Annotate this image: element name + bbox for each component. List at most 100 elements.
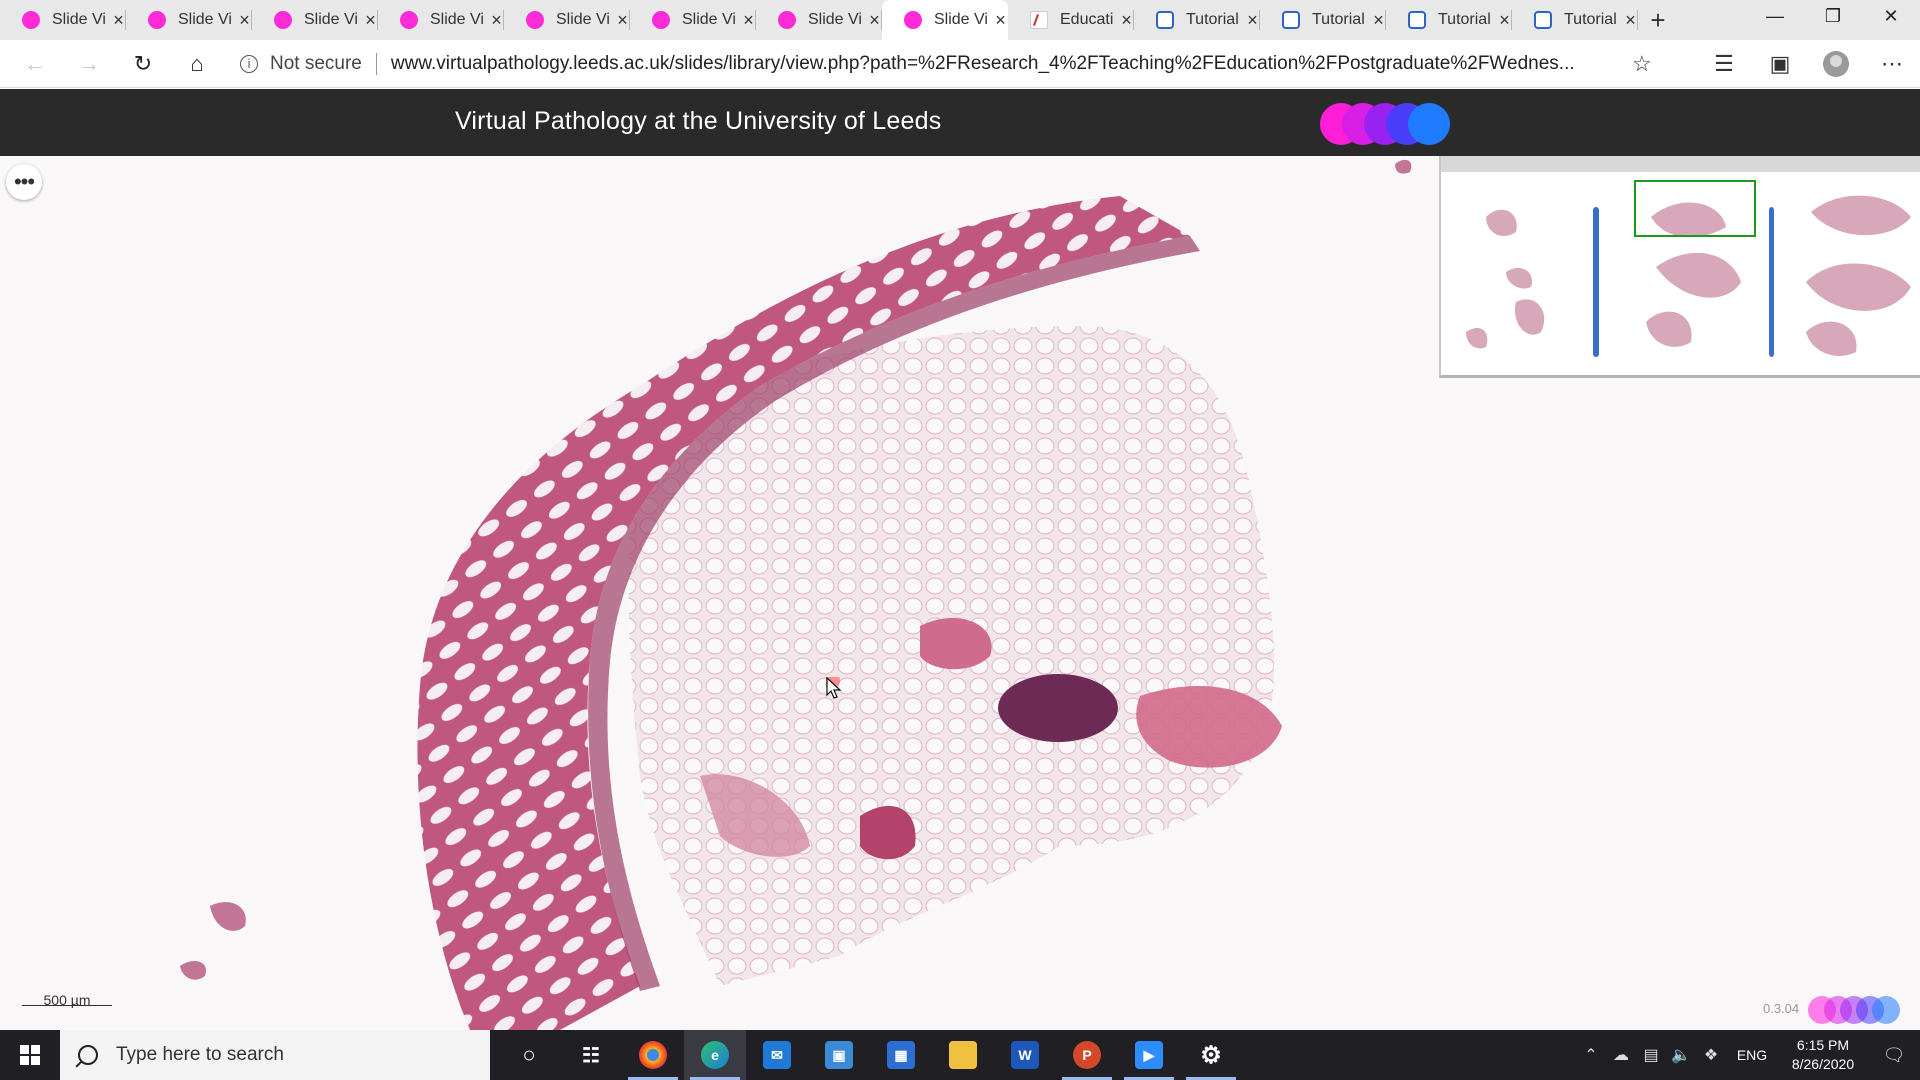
browser-tab-strip: Slide Viewer × Slide Viewer × Slide Viewer × S… [0, 0, 1920, 40]
store-icon: ▦ [887, 1041, 915, 1069]
browser-tab[interactable]: Slide Viewer × [378, 0, 504, 40]
browser-toolbar: ← → ↻ ⌂ i Not secure www.virtualpatholog… [0, 40, 1920, 88]
collections-icon[interactable]: ▣ [1752, 40, 1808, 88]
browser-tab[interactable]: Slide Viewer × [0, 0, 126, 40]
tab-close-icon[interactable]: × [867, 10, 882, 31]
edge-taskbar-button[interactable]: e [684, 1030, 746, 1080]
remote-desktop-taskbar-button[interactable]: ▣ [808, 1030, 870, 1080]
slide-viewer-icon [400, 11, 418, 29]
browser-tab[interactable]: Tutorial × [1512, 0, 1638, 40]
browser-tab[interactable]: Slide Viewer × [756, 0, 882, 40]
tab-title: Slide Viewer [556, 11, 609, 28]
language-indicator[interactable]: ENG [1726, 1047, 1778, 1063]
avatar [1823, 51, 1849, 77]
viewer-menu-button[interactable]: ••• [6, 164, 42, 200]
mail-taskbar-button[interactable]: ✉ [746, 1030, 808, 1080]
slide-viewer-icon [904, 11, 922, 29]
restore-button[interactable]: ❐ [1804, 0, 1862, 32]
taskbar-search-box[interactable]: Type here to search [60, 1030, 490, 1080]
browser-tab[interactable]: Tutorial × [1386, 0, 1512, 40]
browser-tab[interactable]: Slide Viewer × [504, 0, 630, 40]
windows-taskbar: Type here to search ○ ☷ e ✉ ▣ ▦ W P ▶ ⚙ ⌃ ☁ ▤ 🔈 ❖… [0, 1030, 1920, 1080]
profile-button[interactable] [1808, 40, 1864, 88]
slide-viewer[interactable]: ••• 500 µm 0.3.04 [0, 156, 1920, 1030]
dropbox-icon[interactable]: ❖ [1696, 1045, 1726, 1065]
favorites-icon[interactable]: ☰ [1696, 40, 1752, 88]
browser-tab[interactable]: Tutorial × [1260, 0, 1386, 40]
task-view-taskbar-button[interactable]: ☷ [560, 1030, 622, 1080]
powerpoint-icon: P [1073, 1041, 1101, 1069]
forward-button[interactable]: → [62, 40, 116, 88]
tab-close-icon[interactable]: × [1119, 10, 1134, 31]
minimize-button[interactable]: — [1746, 0, 1804, 32]
browser-tab[interactable]: Slide Viewer × [882, 0, 1008, 40]
onedrive-icon[interactable]: ☁ [1606, 1045, 1636, 1065]
info-icon[interactable]: i [240, 55, 258, 73]
address-separator [375, 53, 377, 75]
url-text[interactable]: www.virtualpathology.leeds.ac.uk/slides/… [391, 53, 1606, 75]
start-button[interactable] [0, 1030, 60, 1080]
settings-icon: ⚙ [1200, 1041, 1222, 1069]
close-window-button[interactable]: ✕ [1862, 0, 1920, 32]
tab-close-icon[interactable]: × [363, 10, 378, 31]
file-explorer-taskbar-button[interactable] [932, 1030, 994, 1080]
tab-close-icon[interactable]: × [615, 10, 630, 31]
security-label: Not secure [270, 53, 362, 74]
tab-title: Slide Viewer [682, 11, 735, 28]
navigator-viewport-box[interactable] [1634, 180, 1756, 237]
tab-close-icon[interactable]: × [1623, 10, 1638, 31]
slide-viewer-icon [778, 11, 796, 29]
favorite-star-icon[interactable]: ☆ [1614, 40, 1670, 88]
navigator-header [1441, 156, 1920, 172]
clock[interactable]: 6:15 PM 8/26/2020 [1778, 1036, 1868, 1074]
word-icon: W [1011, 1041, 1039, 1069]
tab-close-icon[interactable]: × [1245, 10, 1260, 31]
viewer-version: 0.3.04 [1763, 1001, 1800, 1016]
store-taskbar-button[interactable]: ▦ [870, 1030, 932, 1080]
site-title: Virtual Pathology at the University of L… [455, 107, 942, 135]
back-button[interactable]: ← [8, 40, 62, 88]
browser-tab[interactable]: Slide Viewer × [252, 0, 378, 40]
browser-tab[interactable]: Tutorial × [1134, 0, 1260, 40]
tab-close-icon[interactable]: × [111, 10, 126, 31]
tab-title: Slide Viewer [430, 11, 483, 28]
tab-close-icon[interactable]: × [1371, 10, 1386, 31]
slide-viewer-icon [274, 11, 292, 29]
tab-close-icon[interactable]: × [1497, 10, 1512, 31]
clock-time: 6:15 PM [1796, 1037, 1850, 1053]
chrome-taskbar-button[interactable] [622, 1030, 684, 1080]
slide-navigator[interactable] [1439, 156, 1920, 378]
zoom-icon: ▶ [1135, 1041, 1163, 1069]
tab-close-icon[interactable]: × [237, 10, 252, 31]
tab-title: Slide Viewer [304, 11, 357, 28]
powerpoint-taskbar-button[interactable]: P [1056, 1030, 1118, 1080]
new-tab-button[interactable]: + [1638, 0, 1678, 40]
tab-title: Tutorial [1564, 11, 1617, 28]
notifications-icon[interactable]: 🗨 [1868, 1030, 1920, 1080]
browser-tab[interactable]: Education × [1008, 0, 1134, 40]
browser-tab[interactable]: Slide Viewer × [630, 0, 756, 40]
address-bar[interactable]: i Not secure www.virtualpathology.leeds.… [240, 46, 1670, 82]
slide-viewer-icon [22, 11, 40, 29]
tutorial-icon [1156, 11, 1174, 29]
home-button[interactable]: ⌂ [170, 40, 224, 88]
browser-tab[interactable]: Slide Viewer × [126, 0, 252, 40]
logo-dot [1408, 103, 1450, 145]
more-menu-icon[interactable]: ⋯ [1864, 40, 1920, 88]
windows-logo-icon [20, 1045, 40, 1065]
word-taskbar-button[interactable]: W [994, 1030, 1056, 1080]
refresh-button[interactable]: ↻ [116, 40, 170, 88]
settings-taskbar-button[interactable]: ⚙ [1180, 1030, 1242, 1080]
system-tray: ⌃ ☁ ▤ 🔈 ❖ ENG 6:15 PM 8/26/2020 🗨 [1576, 1030, 1920, 1080]
cortana-icon: ○ [522, 1042, 536, 1067]
zoom-taskbar-button[interactable]: ▶ [1118, 1030, 1180, 1080]
site-logo [1320, 103, 1460, 145]
volume-icon[interactable]: 🔈 [1666, 1045, 1696, 1065]
tab-close-icon[interactable]: × [741, 10, 756, 31]
network-icon[interactable]: ▤ [1636, 1045, 1666, 1065]
tab-close-icon[interactable]: × [489, 10, 504, 31]
show-hidden-icons-icon[interactable]: ⌃ [1576, 1045, 1606, 1065]
tab-close-icon[interactable]: × [993, 10, 1008, 31]
cortana-taskbar-button[interactable]: ○ [498, 1030, 560, 1080]
tutorial-icon [1408, 11, 1426, 29]
